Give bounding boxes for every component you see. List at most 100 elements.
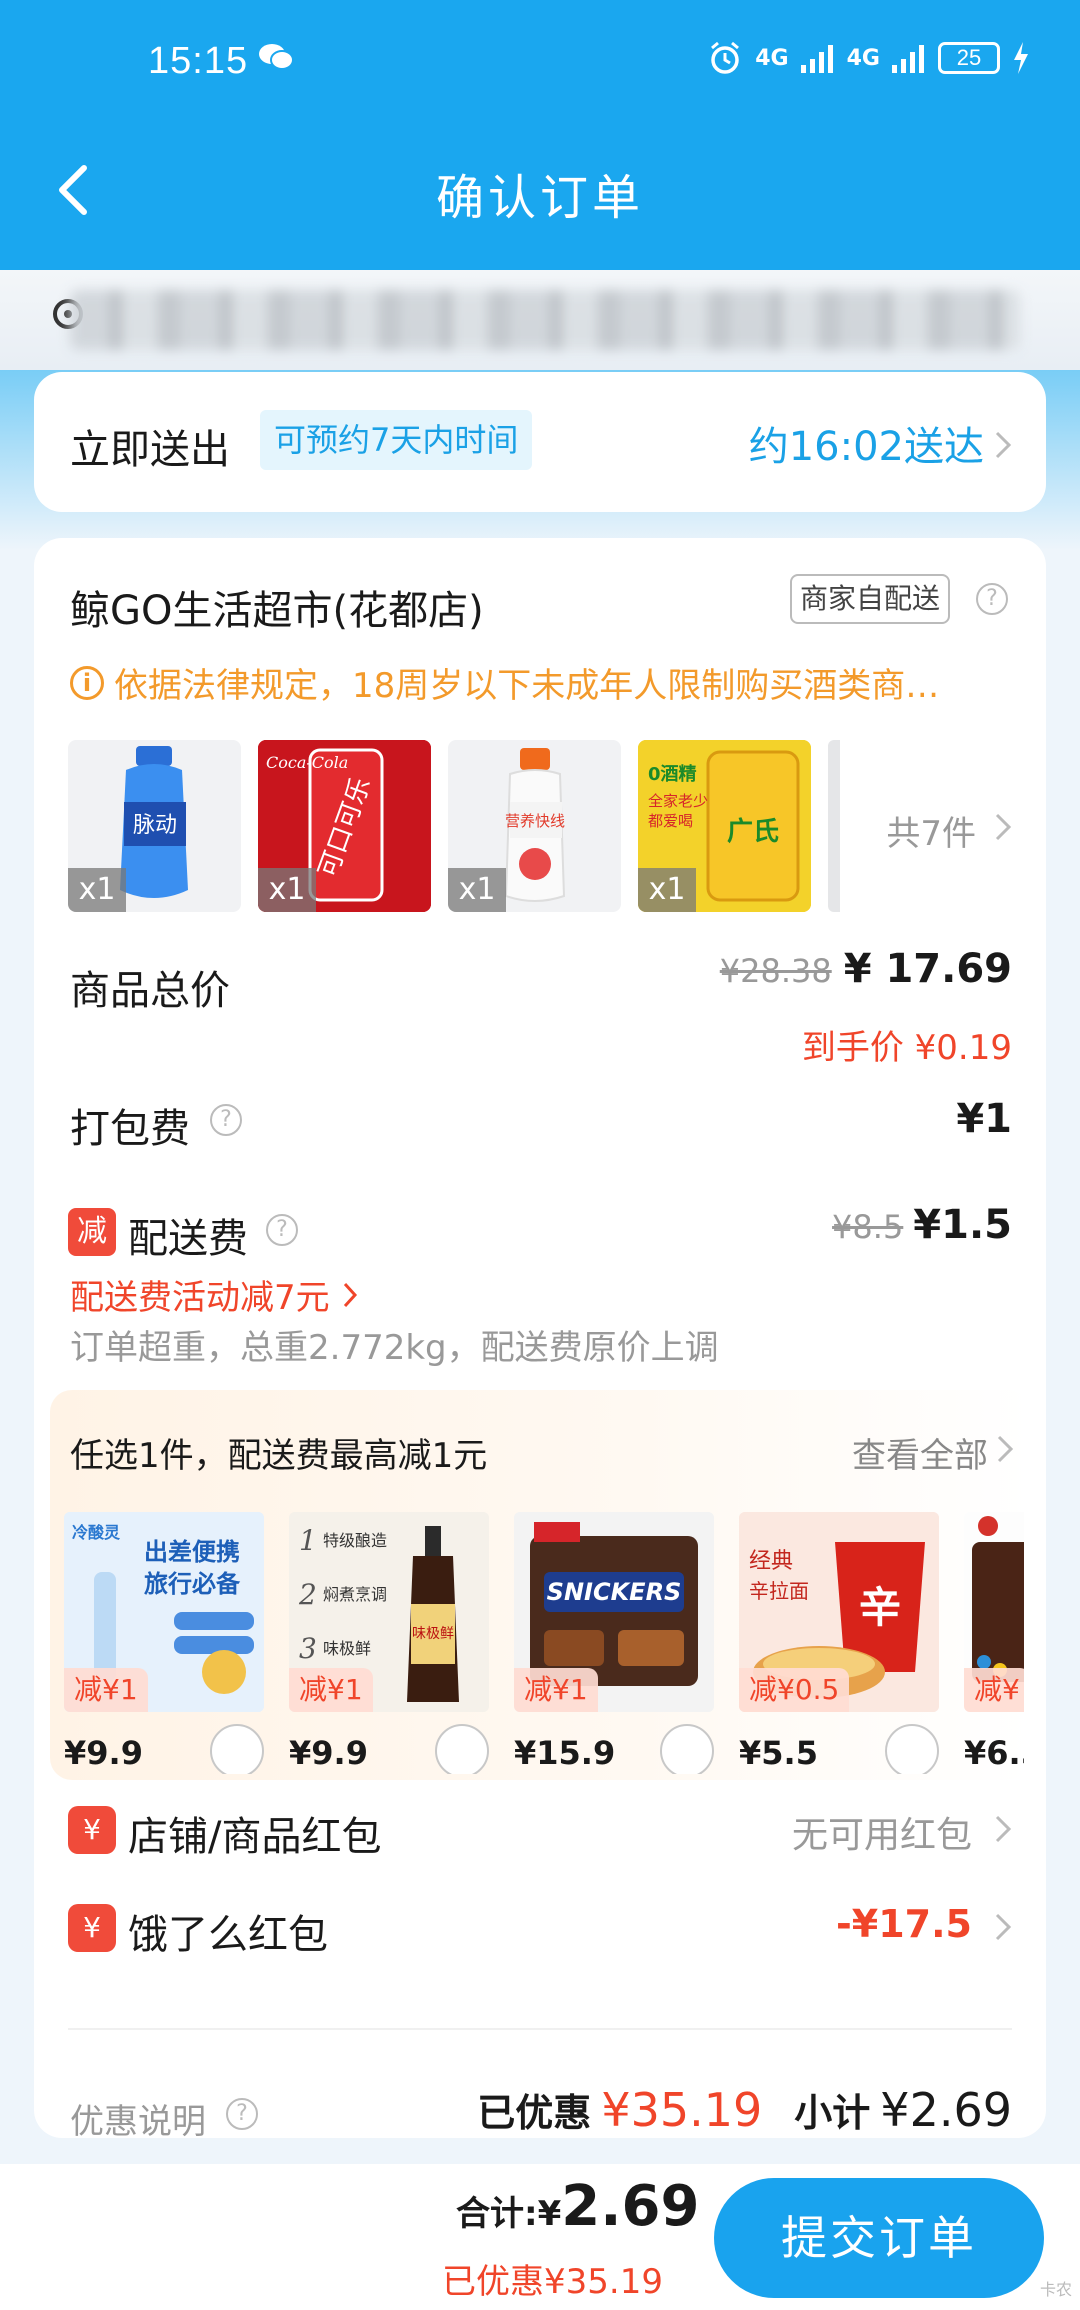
submit-order-button[interactable]: 提交订单 <box>714 2178 1044 2298</box>
svg-text:营养快线: 营养快线 <box>505 812 565 830</box>
promo-price: ¥5.5 <box>739 1734 818 1772</box>
svg-text:2: 2 <box>298 1578 317 1611</box>
promo-price: ¥6.5 <box>964 1734 1024 1772</box>
red-packet-icon: ¥ <box>68 1806 116 1854</box>
alarm-icon <box>711 41 740 74</box>
promo-item[interactable]: SNICKERS 减¥1 ¥15.9 <box>514 1512 714 1774</box>
final-price: 到手价 ¥0.19 <box>801 1028 1012 1068</box>
page-title: 确认订单 <box>435 170 644 226</box>
toothbrush-image: 冷酸灵 出差便携 旅行必备 减¥1 <box>64 1512 264 1712</box>
battery-indicator: 25 <box>938 42 1000 74</box>
product-thumb[interactable]: 可口可乐 Coca-Cola x1 <box>258 740 431 912</box>
promo-price: ¥9.9 <box>289 1734 368 1772</box>
summary-line: 已优惠 ¥35.19 小计 ¥2.69 <box>477 2082 1012 2137</box>
order-footer: 合计:¥2.69 已优惠¥35.19 提交订单 卡农 <box>0 2164 1080 2310</box>
product-thumb[interactable]: 脉动 x1 <box>68 740 241 912</box>
status-time: 15:15 <box>148 40 249 82</box>
charging-icon <box>1014 42 1028 74</box>
address-redacted <box>70 290 1020 350</box>
promo-discount: 减¥0.5 <box>739 1668 850 1712</box>
overweight-note: 订单超重，总重2.772kg，配送费原价上调 <box>70 1328 719 1368</box>
network-type-1: 4G <box>755 45 789 71</box>
delivery-fee-label: 配送费 <box>128 1216 248 1262</box>
soy-sauce-image: 1 特级酿造 2 焖煮烹调 3 味极鲜 味极鲜 减¥1 <box>289 1512 489 1712</box>
promo-item[interactable]: 经典 辛拉面 辛 减¥0.5 ¥5.5 <box>739 1512 939 1774</box>
item-count[interactable]: 共7件 <box>886 806 976 855</box>
product-thumb[interactable]: 营养快线 x1 <box>448 740 621 912</box>
promo-price: ¥9.9 <box>64 1734 143 1772</box>
chevron-right-icon <box>343 1282 357 1307</box>
promo-item[interactable]: 冷酸灵 出差便携 旅行必备 减¥1 ¥9.9 <box>64 1512 264 1774</box>
promo-discount: 减¥ <box>964 1668 1024 1712</box>
promo-item-list: 冷酸灵 出差便携 旅行必备 减¥1 ¥9.9 1 特级酿造 2 焖煮烹调 3 味… <box>64 1512 1030 1774</box>
select-radio[interactable] <box>660 1724 714 1774</box>
svg-text:辛拉面: 辛拉面 <box>749 1579 809 1603</box>
delivery-time-card[interactable]: 立即送出 可预约7天内时间 约16:02送达 <box>34 372 1046 512</box>
status-bar: 15:15 4G 4G 25 <box>0 30 1080 100</box>
svg-text:脉动: 脉动 <box>133 813 177 838</box>
svg-text:冷酸灵: 冷酸灵 <box>72 1523 121 1542</box>
ele-coupon-label: 饿了么红包 <box>128 1912 328 1958</box>
product-thumb[interactable]: 广氏 0酒精 全家老少 都爱喝 x1 <box>638 740 811 912</box>
address-bar[interactable] <box>0 270 1080 370</box>
help-icon[interactable]: ? <box>210 1104 242 1136</box>
divider <box>68 2028 1012 2030</box>
footer-saved: 已优惠¥35.19 <box>442 2262 663 2302</box>
product-qty: x1 <box>448 868 506 912</box>
help-icon[interactable]: ? <box>266 1214 298 1246</box>
svg-text:旅行必备: 旅行必备 <box>144 1570 241 1598</box>
promo-price: ¥15.9 <box>514 1734 616 1772</box>
ele-coupon-value[interactable]: -¥17.5 <box>836 1902 972 1946</box>
info-icon: i <box>70 665 104 700</box>
view-all-link[interactable]: 查看全部 <box>852 1428 988 1477</box>
product-thumb-peek <box>828 740 840 912</box>
saved-value: ¥35.19 <box>601 2083 763 2137</box>
age-restriction-notice: i 依据法律规定，18周岁以下未成年人限制购买酒类商… <box>70 658 939 707</box>
delivery-original-fee: ¥8.5 <box>832 1208 904 1246</box>
svg-text:味极鲜: 味极鲜 <box>323 1639 371 1658</box>
saved-label: 已优惠 <box>477 2091 592 2135</box>
promo-item[interactable]: 1 特级酿造 2 焖煮烹调 3 味极鲜 味极鲜 减¥1 ¥9.9 <box>289 1512 489 1774</box>
select-radio[interactable] <box>885 1724 939 1774</box>
delivery-promo-link[interactable]: 配送费活动减7元 <box>70 1270 358 1319</box>
help-icon[interactable]: ? <box>226 2098 258 2130</box>
wechat-icon <box>259 44 294 70</box>
shin-ramyun-image: 经典 辛拉面 辛 减¥0.5 <box>739 1512 939 1712</box>
svg-text:0酒精: 0酒精 <box>648 763 697 785</box>
svg-text:SNICKERS: SNICKERS <box>547 1578 682 1606</box>
subtotal-value: ¥2.69 <box>880 2083 1012 2137</box>
snickers-image: SNICKERS 减¥1 <box>514 1512 714 1712</box>
shop-coupon-value[interactable]: 无可用红包 <box>792 1806 972 1858</box>
chevron-right-icon <box>995 813 1012 841</box>
delivery-type-badge: 商家自配送 <box>790 574 951 624</box>
discount-explanation-label[interactable]: 优惠说明 <box>70 2094 206 2143</box>
select-radio[interactable] <box>435 1724 489 1774</box>
goods-total-label: 商品总价 <box>70 968 230 1014</box>
chevron-right-icon <box>997 1435 1014 1463</box>
promo-discount: 减¥1 <box>64 1668 148 1712</box>
signal-icon <box>800 45 833 73</box>
delivery-eta: 约16:02送达 <box>748 424 984 470</box>
delivery-discount-promo: 任选1件，配送费最高减1元 查看全部 冷酸灵 出差便携 旅行必备 减¥1 ¥9.… <box>50 1390 1030 1780</box>
product-thumbnails[interactable]: 脉动 x1 可口可乐 Coca-Cola x1 营养快线 x1 广氏 0酒精 全… <box>68 740 840 912</box>
select-radio[interactable] <box>210 1724 264 1774</box>
subtotal-label: 小计 <box>794 2091 871 2135</box>
total-line: 合计:¥2.69 <box>456 2174 699 2239</box>
notice-text: 依据法律规定，18周岁以下未成年人限制购买酒类商… <box>114 666 940 706</box>
packing-fee-label: 打包费 <box>70 1106 190 1152</box>
packing-fee-value: ¥1 <box>956 1096 1012 1142</box>
navigation-bar: 确认订单 <box>0 130 1080 240</box>
promo-item[interactable]: 减¥ ¥6.5 <box>964 1512 1024 1774</box>
svg-text:焖煮烹调: 焖煮烹调 <box>323 1585 387 1604</box>
help-icon[interactable]: ? <box>976 583 1008 615</box>
total-label: 合计:¥ <box>456 2194 562 2234</box>
svg-text:出差便携: 出差便携 <box>144 1538 240 1566</box>
svg-text:味极鲜: 味极鲜 <box>412 1626 454 1642</box>
schedule-tag: 可预约7天内时间 <box>260 410 533 470</box>
discount-badge: 减 <box>68 1208 116 1256</box>
mms-image: 减¥ <box>964 1512 1024 1712</box>
promo-discount: 减¥1 <box>514 1668 598 1712</box>
svg-text:Coca-Cola: Coca-Cola <box>266 753 348 772</box>
svg-text:1: 1 <box>299 1524 317 1557</box>
watermark: 卡农 <box>1039 2280 1072 2299</box>
